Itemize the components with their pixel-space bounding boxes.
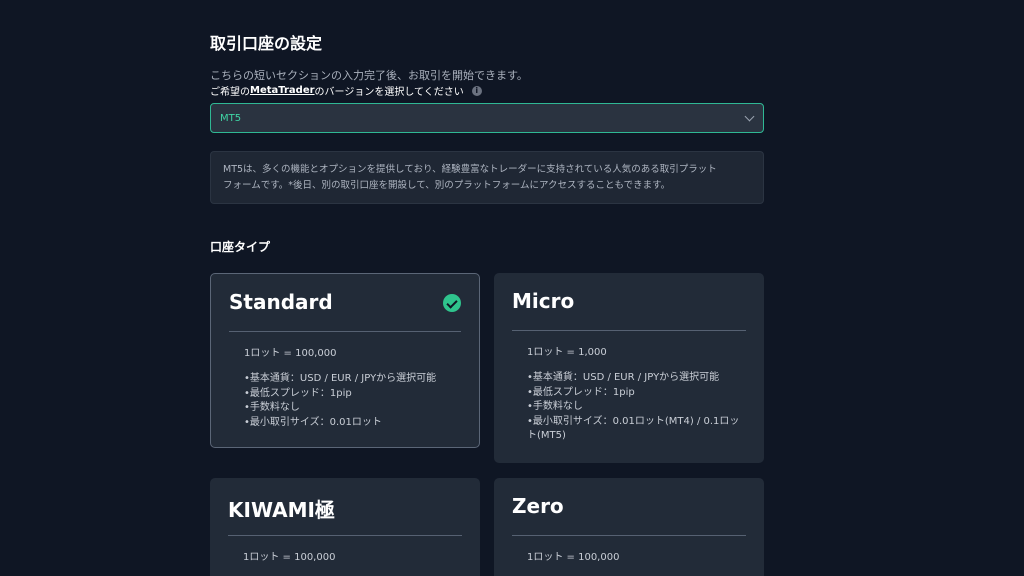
card-lot-size: 1ロット = 100,000 (243, 552, 336, 563)
card-features: •基本通貨：USD / EUR / JPYから選択可能 •最低スプレッド：1pi… (527, 371, 748, 444)
card-divider (229, 331, 461, 332)
description-line-2: フォームです。*後日、別の取引口座を開設して、別のプラットフォームにアクセスする… (223, 180, 671, 191)
check-circle-icon (443, 294, 461, 312)
page-subtitle: こちらの短いセクションの入力完了後、お取引を開始できます。 (210, 69, 528, 82)
platform-description: MT5は、多くの機能とオプションを提供しており、経験豊富なトレーダーに支持されて… (210, 151, 764, 204)
platform-select[interactable]: MT5 (210, 103, 764, 133)
card-lot-size: 1ロット = 100,000 (527, 552, 620, 563)
card-lot-size: 1ロット = 100,000 (244, 348, 337, 359)
account-card-micro[interactable]: Micro 1ロット = 1,000 •基本通貨：USD / EUR / JPY… (494, 273, 764, 463)
card-divider (512, 330, 746, 331)
chevron-down-icon (744, 111, 755, 121)
card-title: Zero (512, 494, 564, 518)
feature-item: •最小取引サイズ：0.01ロット (244, 416, 382, 428)
card-title: KIWAMI極 (228, 498, 335, 522)
platform-label-post: のバージョンを選択してください (314, 87, 464, 98)
feature-item: •最小取引サイズ：0.01ロット(MT4) / 0.1ロット(MT5) (527, 415, 740, 442)
account-card-standard[interactable]: Standard 1ロット = 100,000 •基本通貨：USD / EUR … (210, 273, 480, 448)
platform-select-value: MT5 (220, 112, 242, 124)
card-divider (512, 535, 746, 536)
page-title: 取引口座の設定 (210, 34, 323, 53)
account-type-title: 口座タイプ (210, 240, 271, 254)
platform-label-pre: ご希望の (210, 87, 250, 98)
platform-label: ご希望の MetaTrader のバージョンを選択してください i (210, 83, 482, 98)
feature-item: •手数料なし (244, 402, 300, 413)
account-card-kiwami[interactable]: KIWAMI極 1ロット = 100,000 (210, 478, 480, 576)
card-lot-size: 1ロット = 1,000 (527, 347, 607, 358)
card-features: •基本通貨：USD / EUR / JPYから選択可能 •最低スプレッド：1pi… (244, 372, 463, 430)
info-icon[interactable]: i (471, 85, 482, 96)
card-title: Micro (512, 289, 575, 313)
feature-item: •手数料なし (527, 401, 583, 412)
account-setup-page: 取引口座の設定 こちらの短いセクションの入力完了後、お取引を開始できます。 ご希… (0, 0, 1024, 576)
feature-item: •最低スプレッド：1pip (527, 386, 635, 398)
account-card-zero[interactable]: Zero 1ロット = 100,000 (494, 478, 764, 576)
feature-item: •最低スプレッド：1pip (244, 387, 352, 399)
card-divider (228, 535, 462, 536)
description-line-1: MT5は、多くの機能とオプションを提供しており、経験豊富なトレーダーに支持されて… (223, 164, 717, 175)
metatrader-link[interactable]: MetaTrader (250, 85, 315, 96)
card-title: Standard (229, 290, 333, 314)
feature-item: •基本通貨：USD / EUR / JPYから選択可能 (244, 373, 437, 384)
feature-item: •基本通貨：USD / EUR / JPYから選択可能 (527, 372, 720, 383)
